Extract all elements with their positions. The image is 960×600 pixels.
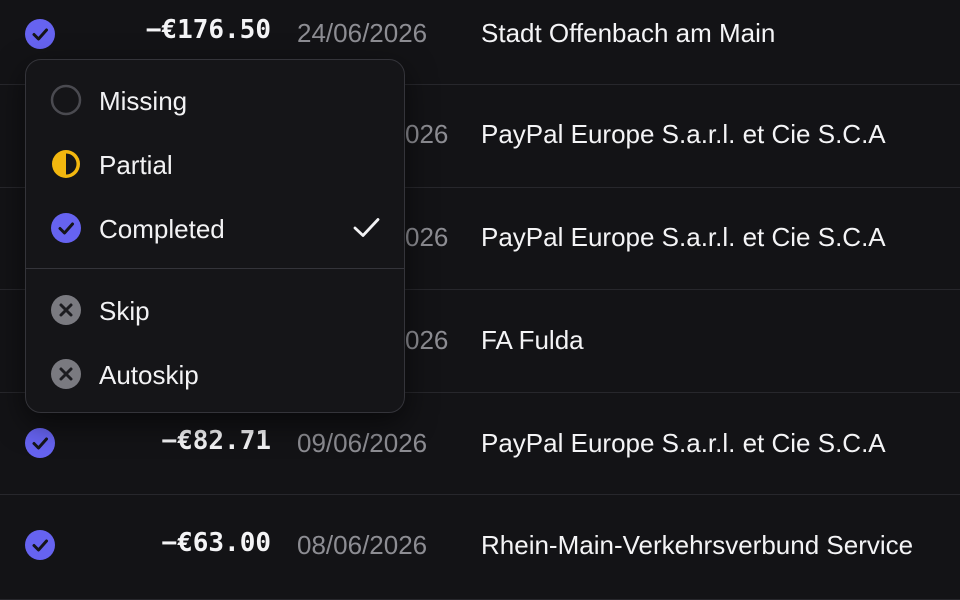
transaction-date: 09/06/2026 [297, 428, 428, 458]
transaction-payee: FA Fulda [481, 325, 584, 355]
x-circle-icon [50, 358, 82, 390]
status-option-missing[interactable]: Missing [26, 72, 404, 128]
transaction-date: 24/06/2026 [297, 18, 428, 48]
status-option-label: Completed [99, 214, 225, 244]
transaction-payee: Rhein-Main-Verkehrsverbund Service [481, 530, 914, 560]
status-option-label: Partial [99, 150, 173, 180]
transaction-payee: PayPal Europe S.a.r.l. et Cie S.C.A [481, 119, 886, 149]
status-menu: Missing Partial Completed Skip Autoskip [25, 59, 405, 413]
check-circle-icon[interactable] [24, 529, 56, 561]
status-option-skip[interactable]: Skip [26, 282, 404, 338]
menu-divider [26, 268, 404, 269]
transaction-date: 026 [405, 325, 449, 355]
transaction-amount: −€63.00 [161, 528, 271, 558]
check-circle-icon[interactable] [24, 18, 56, 50]
check-circle-icon[interactable] [24, 427, 56, 459]
status-option-label: Autoskip [99, 360, 199, 390]
check-circle-icon [50, 212, 82, 244]
checkmark-icon [352, 212, 382, 242]
transaction-amount: −€82.71 [161, 426, 271, 456]
empty-circle-icon [50, 84, 82, 116]
status-option-completed[interactable]: Completed [26, 200, 404, 256]
status-option-label: Skip [99, 296, 150, 326]
transaction-date: 026 [405, 119, 449, 149]
transaction-date: 026 [405, 222, 449, 252]
transaction-payee: PayPal Europe S.a.r.l. et Cie S.C.A [481, 428, 886, 458]
transaction-payee: Stadt Offenbach am Main [481, 18, 776, 48]
status-option-label: Missing [99, 86, 188, 116]
transaction-date: 08/06/2026 [297, 530, 428, 560]
status-option-partial[interactable]: Partial [26, 136, 404, 192]
transaction-payee: PayPal Europe S.a.r.l. et Cie S.C.A [481, 222, 886, 252]
x-circle-icon [50, 294, 82, 326]
transaction-row[interactable]: −€63.00 08/06/2026 Rhein-Main-Verkehrsve… [0, 495, 960, 600]
transaction-amount: −€176.50 [145, 15, 271, 45]
half-circle-icon [50, 148, 82, 180]
status-option-autoskip[interactable]: Autoskip [26, 346, 404, 402]
